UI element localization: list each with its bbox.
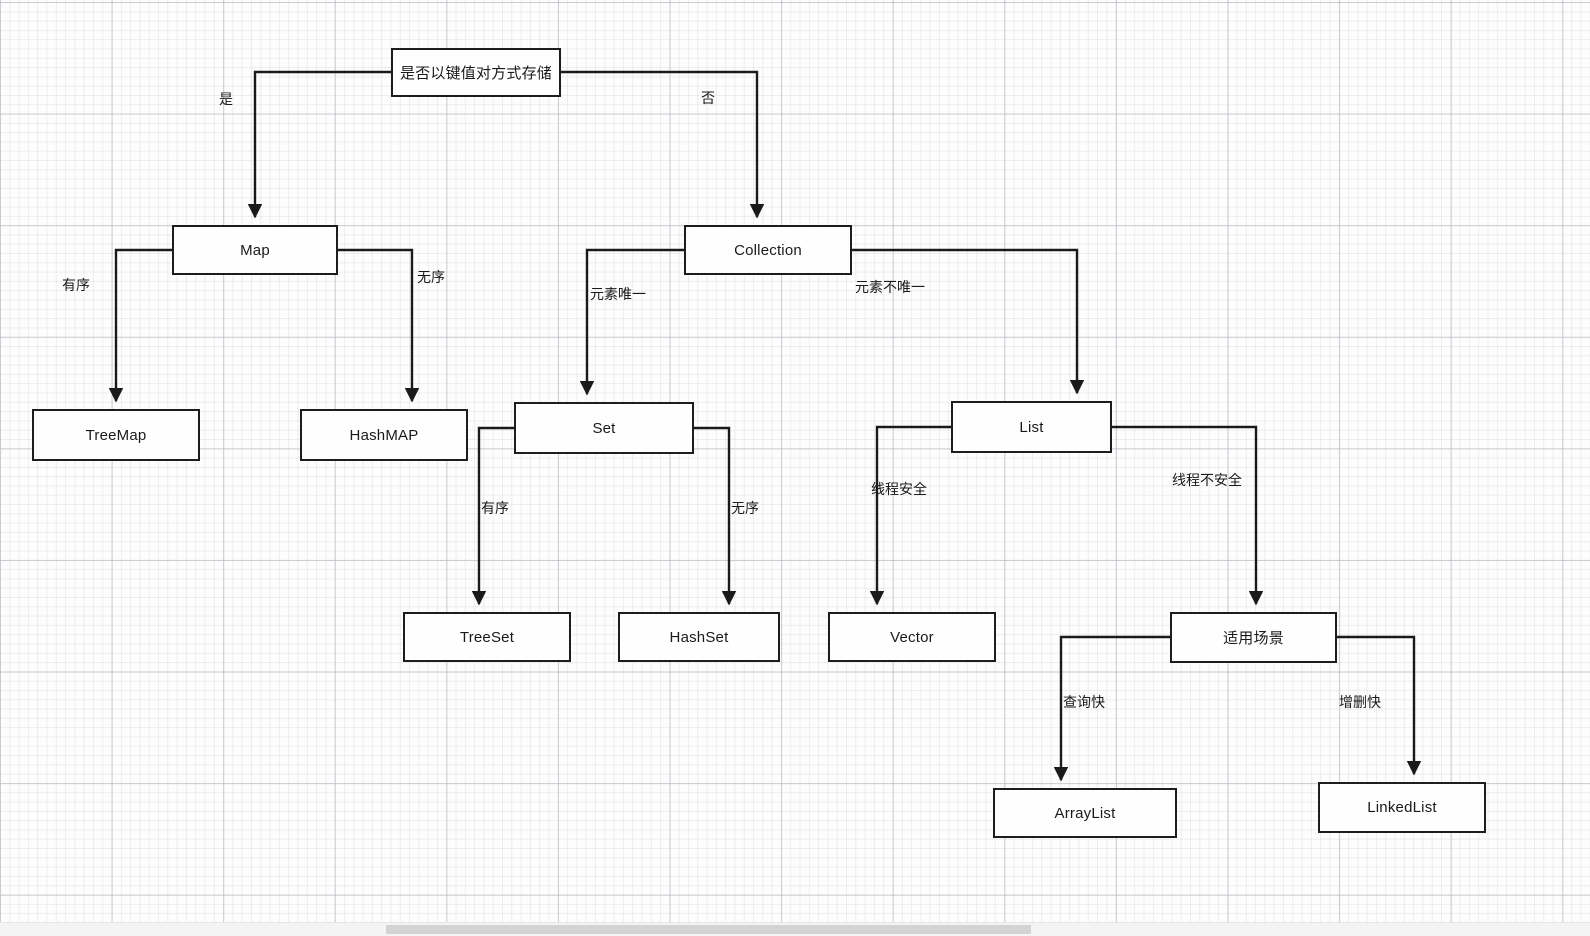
edge-collection-set [579, 248, 684, 396]
edge-label-set-treeset: 有序 [481, 501, 509, 517]
node-arraylist[interactable]: ArrayList [993, 788, 1177, 838]
node-collection[interactable]: Collection [684, 225, 852, 275]
node-vector-label: Vector [890, 628, 934, 646]
node-collection-label: Collection [734, 241, 802, 259]
node-set[interactable]: Set [514, 402, 694, 454]
horizontal-scrollbar-track[interactable] [0, 922, 1590, 936]
node-set-label: Set [592, 419, 616, 437]
node-hashset-label: HashSet [669, 628, 729, 646]
edge-label-list-vector: 线程安全 [871, 482, 927, 498]
edge-list-scenario [1112, 425, 1264, 606]
edge-label-collection-list: 元素不唯一 [855, 280, 925, 296]
node-map-label: Map [240, 241, 270, 259]
node-hashmap[interactable]: HashMAP [300, 409, 468, 461]
edge-label-root-map: 是 [219, 92, 233, 108]
node-vector[interactable]: Vector [828, 612, 996, 662]
node-hashset[interactable]: HashSet [618, 612, 780, 662]
edge-label-collection-set: 元素唯一 [590, 287, 646, 303]
edge-label-map-treemap: 有序 [62, 278, 90, 294]
edge-label-scenario-linkedlist: 增删快 [1339, 695, 1381, 711]
node-list-label: List [1019, 418, 1044, 436]
edge-map-hashmap [338, 248, 420, 403]
node-treemap[interactable]: TreeMap [32, 409, 200, 461]
edge-label-scenario-arraylist: 查询快 [1063, 695, 1105, 711]
edge-collection-list [852, 248, 1085, 395]
node-root-label: 是否以键值对方式存储 [399, 64, 552, 82]
node-arraylist-label: ArrayList [1054, 804, 1116, 822]
node-treeset[interactable]: TreeSet [403, 612, 571, 662]
edge-label-list-scenario: 线程不安全 [1172, 473, 1242, 489]
node-scenario-label: 适用场景 [1223, 629, 1284, 647]
edge-map-treemap [108, 248, 172, 403]
node-hashmap-label: HashMAP [349, 426, 419, 444]
edge-label-root-collection: 否 [701, 91, 715, 107]
edge-list-vector [869, 425, 951, 606]
edge-label-set-hashset: 无序 [731, 501, 759, 517]
edge-root-map [247, 70, 391, 219]
node-linkedlist-label: LinkedList [1367, 799, 1437, 816]
node-map[interactable]: Map [172, 225, 338, 275]
flowchart-canvas[interactable]: 是否以键值对方式存储 Map Collection TreeMap HashMA… [0, 0, 1590, 936]
edge-root-collection [561, 70, 765, 219]
node-treeset-label: TreeSet [459, 628, 515, 646]
node-treemap-label: TreeMap [85, 426, 147, 444]
node-scenario[interactable]: 适用场景 [1170, 612, 1337, 663]
node-linkedlist[interactable]: LinkedList [1318, 782, 1486, 833]
node-list[interactable]: List [951, 401, 1112, 453]
horizontal-scrollbar-thumb[interactable] [386, 925, 1031, 934]
edge-label-map-hashmap: 无序 [417, 270, 445, 286]
edge-set-hashset [694, 426, 737, 606]
node-root[interactable]: 是否以键值对方式存储 [391, 48, 561, 97]
